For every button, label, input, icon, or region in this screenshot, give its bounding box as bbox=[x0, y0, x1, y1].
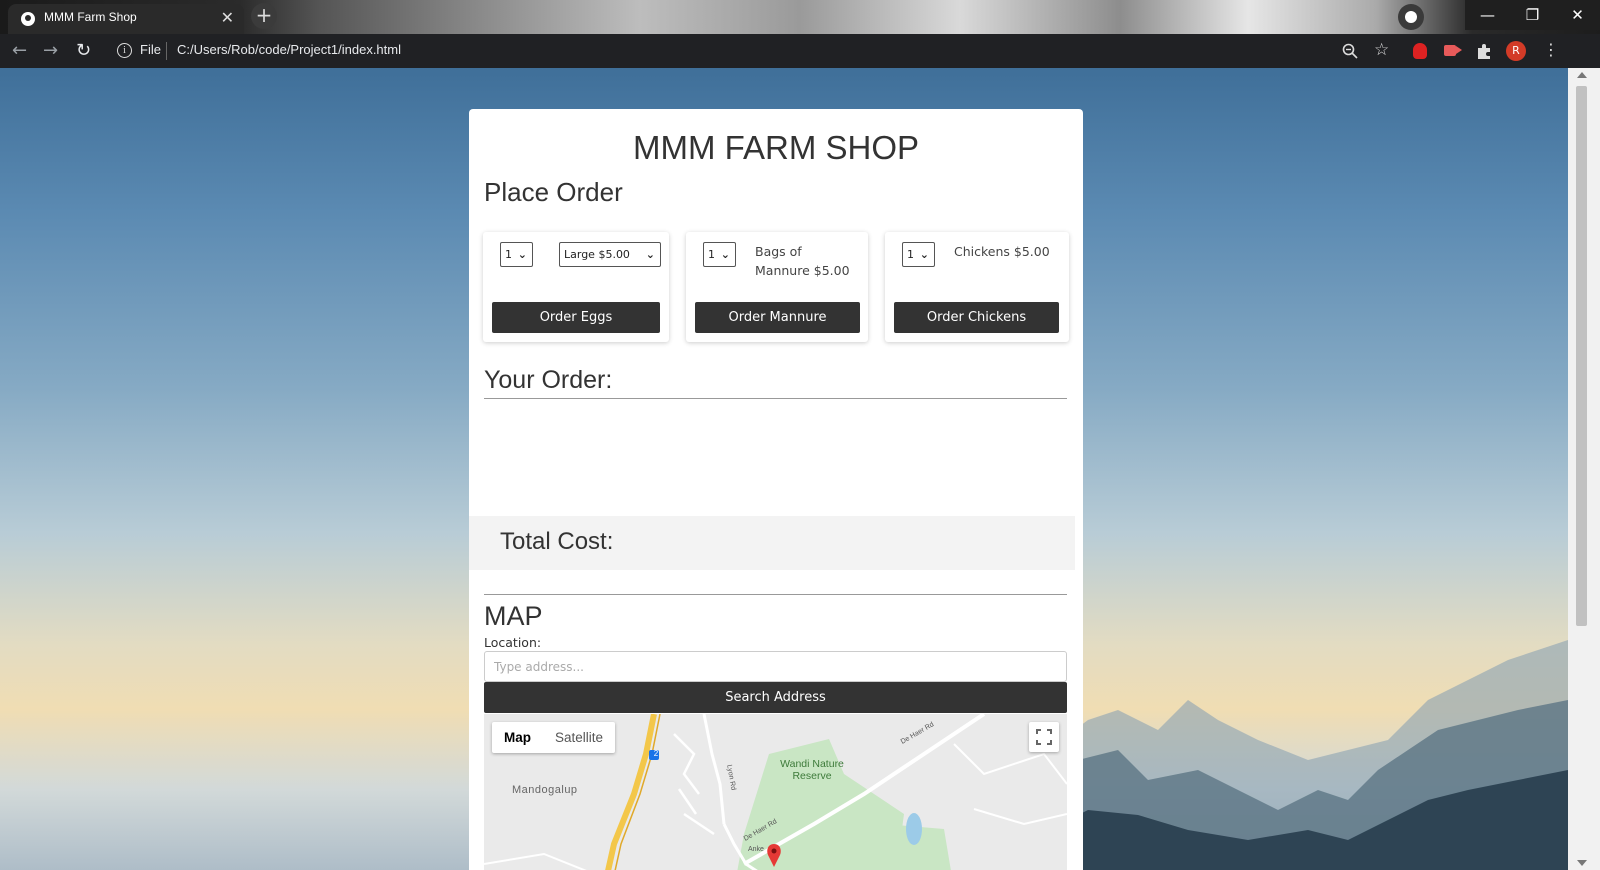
file-label: File bbox=[140, 42, 161, 57]
forward-icon[interactable]: → bbox=[43, 40, 58, 61]
total-cost-box: Total Cost: bbox=[469, 516, 1075, 570]
map-heading: MAP bbox=[484, 601, 543, 631]
bookmark-star-icon[interactable]: ☆ bbox=[1374, 40, 1389, 60]
scroll-down-icon[interactable] bbox=[1577, 860, 1587, 866]
page-title: MMM FARM SHOP bbox=[633, 129, 919, 166]
profile-avatar[interactable]: R bbox=[1506, 41, 1526, 61]
page-scrollbar[interactable] bbox=[1568, 68, 1600, 870]
map-type-map-button[interactable]: Map bbox=[492, 722, 543, 753]
map-type-control: Map Satellite bbox=[492, 722, 616, 753]
fullscreen-icon bbox=[1036, 729, 1052, 745]
place-order-heading: Place Order bbox=[484, 177, 623, 207]
eggs-size-value: Large $5.00 bbox=[564, 248, 630, 261]
chevron-down-icon: ⌄ bbox=[645, 248, 655, 261]
chickens-quantity-select[interactable]: 1 ⌄ bbox=[902, 242, 935, 267]
zoom-icon[interactable] bbox=[1342, 43, 1358, 59]
address-input[interactable] bbox=[484, 651, 1067, 682]
manure-card: 1 ⌄ Bags of Mannure $5.00 Order Mannure bbox=[686, 232, 868, 342]
globe-icon bbox=[21, 12, 35, 26]
minimize-icon[interactable]: — bbox=[1465, 0, 1510, 30]
chickens-label: Chickens $5.00 bbox=[954, 244, 1050, 259]
order-divider bbox=[484, 398, 1067, 399]
location-label: Location: bbox=[484, 635, 542, 650]
chevron-down-icon: ⌄ bbox=[919, 248, 929, 261]
chickens-card: 1 ⌄ Chickens $5.00 Order Chickens bbox=[885, 232, 1069, 342]
manure-quantity-select[interactable]: 1 ⌄ bbox=[703, 242, 736, 267]
manure-label: Bags of Mannure $5.00 bbox=[755, 244, 850, 278]
tab-strip: MMM Farm Shop ✕ + — ❐ ✕ bbox=[0, 0, 1600, 34]
tab-close-icon[interactable]: ✕ bbox=[221, 8, 234, 27]
browser-tab[interactable]: MMM Farm Shop ✕ bbox=[8, 4, 244, 34]
extension-video-icon[interactable] bbox=[1444, 45, 1462, 56]
url-separator bbox=[166, 42, 167, 60]
info-icon[interactable]: i bbox=[117, 43, 132, 58]
shop-panel: MMM FARM SHOP Place Order 1 ⌄ Large $5.0… bbox=[469, 109, 1083, 870]
search-address-button[interactable]: Search Address bbox=[484, 682, 1067, 713]
your-order-heading: Your Order: bbox=[484, 366, 613, 394]
browser-toolbar: ← → ↻ i File C:/Users/Rob/code/Project1/… bbox=[0, 34, 1600, 70]
map-label-road-4: Anke bbox=[748, 846, 764, 853]
chickens-quantity-value: 1 bbox=[907, 248, 914, 261]
extensions-puzzle-icon[interactable] bbox=[1476, 43, 1492, 59]
total-cost-label: Total Cost: bbox=[500, 528, 614, 555]
order-chickens-button[interactable]: Order Chickens bbox=[894, 302, 1059, 333]
address-bar[interactable]: C:/Users/Rob/code/Project1/index.html bbox=[177, 42, 401, 57]
eggs-quantity-select[interactable]: 1 ⌄ bbox=[500, 242, 533, 267]
google-map[interactable]: 2 Wandi Nature Reserve Mandogalup De Hae… bbox=[484, 714, 1067, 870]
back-icon[interactable]: ← bbox=[12, 40, 27, 61]
chevron-down-icon: ⌄ bbox=[720, 248, 730, 261]
map-label-town: Mandogalup bbox=[512, 784, 578, 796]
scroll-thumb[interactable] bbox=[1576, 86, 1587, 626]
order-manure-button[interactable]: Order Mannure bbox=[695, 302, 860, 333]
browser-menu-icon[interactable]: ⋮ bbox=[1543, 40, 1559, 59]
mountains-image bbox=[1048, 640, 1568, 870]
new-tab-button[interactable]: + bbox=[251, 3, 277, 29]
map-divider bbox=[484, 594, 1067, 595]
close-window-icon[interactable]: ✕ bbox=[1555, 0, 1600, 30]
map-label-reserve: Wandi Nature Reserve bbox=[780, 758, 844, 782]
order-eggs-button[interactable]: Order Eggs bbox=[492, 302, 660, 333]
eggs-card: 1 ⌄ Large $5.00 ⌄ Order Eggs bbox=[483, 232, 669, 342]
page-background: MMM FARM SHOP Place Order 1 ⌄ Large $5.0… bbox=[0, 68, 1568, 870]
restore-icon[interactable]: ❐ bbox=[1510, 0, 1555, 30]
tab-search-icon[interactable] bbox=[1398, 4, 1424, 30]
scroll-up-icon[interactable] bbox=[1577, 72, 1587, 78]
fullscreen-button[interactable] bbox=[1029, 722, 1059, 752]
eggs-quantity-value: 1 bbox=[505, 248, 512, 261]
window-controls: — ❐ ✕ bbox=[1465, 0, 1600, 30]
manure-quantity-value: 1 bbox=[708, 248, 715, 261]
eggs-size-select[interactable]: Large $5.00 ⌄ bbox=[559, 242, 661, 267]
chevron-down-icon: ⌄ bbox=[517, 248, 527, 261]
reload-icon[interactable]: ↻ bbox=[76, 40, 91, 61]
map-type-satellite-button[interactable]: Satellite bbox=[543, 722, 615, 753]
highway-shield: 2 bbox=[653, 749, 659, 758]
extension-stop-icon[interactable] bbox=[1413, 43, 1427, 59]
tab-title: MMM Farm Shop bbox=[44, 10, 137, 24]
